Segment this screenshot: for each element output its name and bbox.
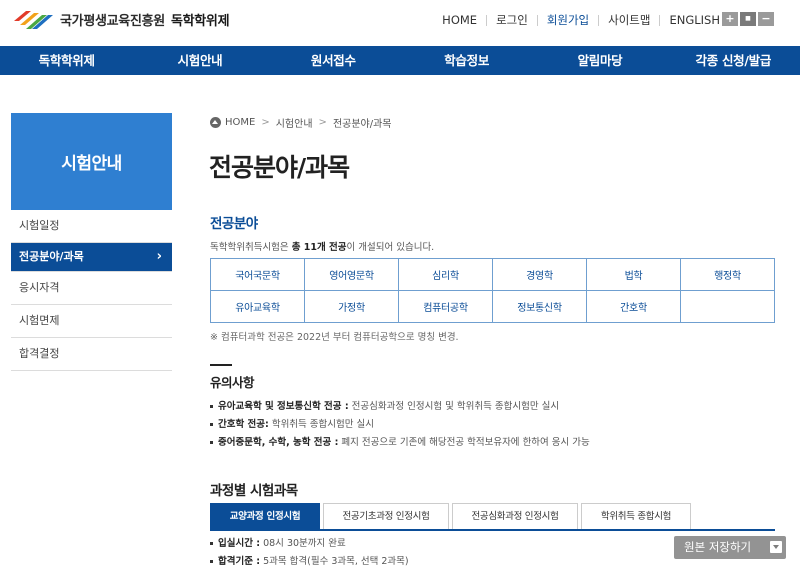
list-item: 간호학 전공: 학위취득 종합시험만 실시: [210, 416, 590, 434]
courses-heading: 과정별 시험과목: [210, 483, 298, 499]
logo-mark-icon: [14, 11, 53, 29]
major-cell[interactable]: 경영학: [492, 258, 587, 291]
util-english-link[interactable]: ENGLISH: [669, 13, 720, 27]
major-cell[interactable]: 간호학: [586, 290, 681, 323]
desc-prefix: 독학학위취득시험은: [210, 242, 292, 253]
majors-note: ※ 컴퓨터과학 전공은 2022년 부터 컴퓨터공학으로 명칭 변경.: [210, 332, 459, 343]
caution-heading: 유의사항: [210, 375, 255, 390]
chevron-right-icon: ›: [156, 249, 162, 264]
table-row: 국어국문학 영어영문학 심리학 경영학 법학 행정학: [210, 258, 775, 291]
sidebar-item-schedule[interactable]: 시험일정: [11, 210, 172, 243]
list-item: 합격기준 : 5과목 합격(필수 3과목, 선택 2과목): [210, 553, 409, 571]
breadcrumb-separator: >: [318, 117, 327, 128]
tab-major-basic[interactable]: 전공기초과정 인정시험: [323, 503, 449, 530]
nav-item-application[interactable]: 원서접수: [267, 46, 400, 75]
list-item: 중어중문학, 수학, 농학 전공 : 폐지 전공으로 기존에 해당전공 학적보유…: [210, 434, 590, 452]
zoom-out-button[interactable]: −: [758, 12, 774, 26]
save-original-label: 원본 저장하기: [684, 540, 752, 554]
sidebar-item-eligibility[interactable]: 응시자격: [11, 272, 172, 305]
desc-suffix: 이 개설되어 있습니다.: [346, 242, 435, 253]
zoom-controls: + ■ −: [720, 12, 774, 26]
major-cell[interactable]: 영어영문학: [304, 258, 399, 291]
util-divider: [659, 14, 661, 26]
caution-item-text: 학위취득 종합시험만 실시: [268, 419, 375, 430]
bullet-icon: [210, 542, 213, 545]
tab-liberal-arts[interactable]: 교양과정 인정시험: [210, 503, 320, 530]
utility-links: HOME 로그인 회원가입 사이트맵 ENGLISH: [442, 12, 720, 28]
org-name: 국가평생교육진흥원: [60, 13, 165, 29]
info-item-bold: 합격기준 :: [218, 556, 261, 567]
course-info-list: 입실시간 : 08시 30분까지 완료 합격기준 : 5과목 합격(필수 3과목…: [210, 535, 409, 571]
major-cell-empty: [680, 290, 775, 323]
majors-heading: 전공분야: [210, 216, 258, 232]
caution-item-text: 폐지 전공으로 기존에 해당전공 학적보유자에 한하여 응시 가능: [338, 437, 590, 448]
util-divider: [536, 14, 538, 26]
nav-item-study-info[interactable]: 학습정보: [400, 46, 533, 75]
util-divider: [486, 14, 488, 26]
util-sitemap-link[interactable]: 사이트맵: [608, 12, 650, 28]
save-original-button[interactable]: 원본 저장하기: [674, 536, 786, 559]
page-title: 전공분야/과목: [209, 153, 350, 182]
util-home-link[interactable]: HOME: [442, 13, 477, 27]
download-icon: [770, 541, 782, 553]
nav-item-notices[interactable]: 알림마당: [533, 46, 666, 75]
main-nav: 독학학위제 시험안내 원서접수 학습정보 알림마당 각종 신청/발급: [0, 46, 800, 75]
sidebar-menu: 시험일정 전공분야/과목 › 응시자격 시험면제 합격결정: [11, 210, 172, 371]
util-login-link[interactable]: 로그인: [496, 12, 528, 28]
info-item-bold: 입실시간 :: [218, 538, 261, 549]
list-item: 입실시간 : 08시 30분까지 완료: [210, 535, 409, 553]
tab-degree-exam[interactable]: 학위취득 종합시험: [581, 503, 691, 530]
util-divider: [598, 14, 600, 26]
sidebar-item-pass-decision[interactable]: 합격결정: [11, 338, 172, 371]
major-cell[interactable]: 컴퓨터공학: [398, 290, 493, 323]
course-tabs: 교양과정 인정시험 전공기초과정 인정시험 전공심화과정 인정시험 학위취득 종…: [210, 503, 694, 530]
majors-table: 국어국문학 영어영문학 심리학 경영학 법학 행정학 유아교육학 가정학 컴퓨터…: [210, 258, 775, 323]
home-icon: [210, 117, 221, 128]
bullet-icon: [210, 423, 213, 426]
majors-description: 독학학위취득시험은 총 11개 전공이 개설되어 있습니다.: [210, 239, 434, 253]
bullet-icon: [210, 405, 213, 408]
sidebar-title: 시험안내: [11, 113, 172, 210]
breadcrumb-current: 전공분야/과목: [332, 119, 392, 130]
sidebar-item-exemption[interactable]: 시험면제: [11, 305, 172, 338]
caution-item-bold: 중어중문학, 수학, 농학 전공 :: [218, 437, 339, 448]
caution-item-text: 전공심화과정 인정시험 및 학위취득 종합시험만 실시: [348, 401, 560, 412]
info-item-text: 5과목 합격(필수 3과목, 선택 2과목): [260, 556, 409, 567]
zoom-in-button[interactable]: +: [722, 12, 738, 26]
caution-list: 유아교육학 및 정보통신학 전공 : 전공심화과정 인정시험 및 학위취득 종합…: [210, 398, 590, 452]
section-divider: [210, 364, 232, 366]
breadcrumb-separator: >: [261, 117, 270, 128]
major-cell[interactable]: 정보통신학: [492, 290, 587, 323]
desc-bold: 총 11개 전공: [291, 242, 347, 253]
site-name: 독학학위제: [170, 13, 230, 29]
major-cell[interactable]: 법학: [586, 258, 681, 291]
caution-item-bold: 간호학 전공:: [218, 419, 269, 430]
bullet-icon: [210, 441, 213, 444]
list-item: 유아교육학 및 정보통신학 전공 : 전공심화과정 인정시험 및 학위취득 종합…: [210, 398, 590, 416]
nav-item-exam-info[interactable]: 시험안내: [133, 46, 266, 75]
major-cell[interactable]: 가정학: [304, 290, 399, 323]
table-row: 유아교육학 가정학 컴퓨터공학 정보통신학 간호학: [210, 290, 775, 323]
major-cell[interactable]: 국어국문학: [210, 258, 305, 291]
site-logo[interactable]: 국가평생교육진흥원 독학학위제: [12, 7, 230, 31]
tab-underline: [210, 529, 775, 531]
breadcrumb-home[interactable]: HOME: [225, 117, 255, 128]
bullet-icon: [210, 560, 213, 563]
caution-item-bold: 유아교육학 및 정보통신학 전공 :: [218, 401, 349, 412]
breadcrumb-level1[interactable]: 시험안내: [276, 115, 313, 130]
major-cell[interactable]: 유아교육학: [210, 290, 305, 323]
major-cell[interactable]: 심리학: [398, 258, 493, 291]
util-signup-link[interactable]: 회원가입: [547, 12, 589, 28]
tab-major-advanced[interactable]: 전공심화과정 인정시험: [452, 503, 578, 530]
sidebar-item-majors[interactable]: 전공분야/과목 ›: [11, 243, 172, 272]
sidebar-item-label: 전공분야/과목: [19, 250, 84, 263]
info-item-text: 08시 30분까지 완료: [260, 538, 346, 549]
zoom-reset-button[interactable]: ■: [740, 12, 756, 26]
breadcrumb: HOME > 시험안내 > 전공분야/과목: [210, 115, 392, 130]
major-cell[interactable]: 행정학: [680, 258, 775, 291]
nav-item-dokhak[interactable]: 독학학위제: [0, 46, 133, 75]
site-header: 국가평생교육진흥원 독학학위제 HOME 로그인 회원가입 사이트맵 ENGLI…: [0, 0, 800, 46]
nav-item-requests[interactable]: 각종 신청/발급: [667, 46, 800, 75]
